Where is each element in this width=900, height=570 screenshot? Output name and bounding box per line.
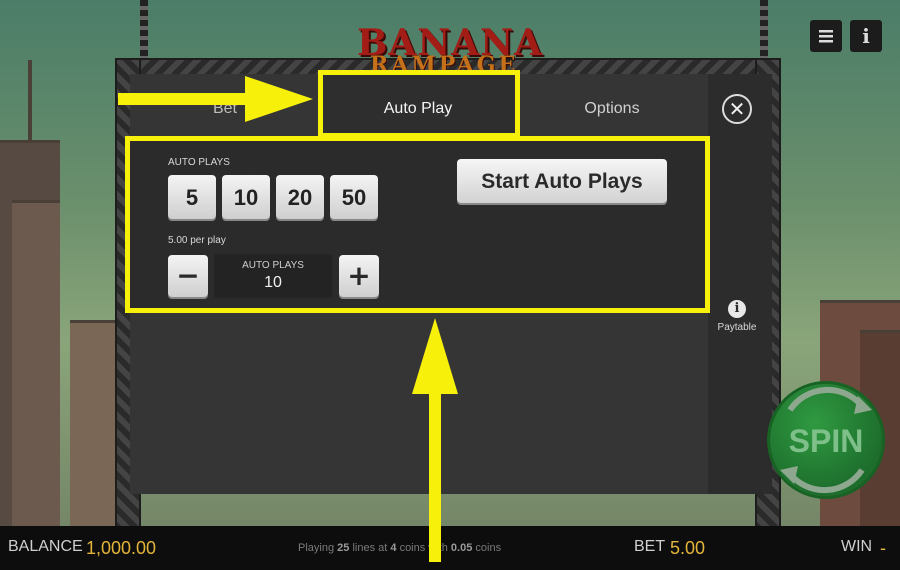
arrow-up-icon: [412, 318, 458, 394]
arrow-up-shaft: [429, 388, 441, 562]
balance-value: 1,000.00: [86, 538, 157, 558]
panel-side-column: [708, 74, 772, 494]
menu-button[interactable]: [810, 20, 842, 52]
info-icon: i: [862, 24, 870, 48]
coins-count: 4: [390, 542, 397, 554]
highlight-auto-play-options: [125, 136, 710, 313]
highlight-auto-play-tab: [318, 70, 520, 138]
background-building: [12, 200, 60, 533]
play-info-lines: lines at: [352, 542, 388, 554]
info-button[interactable]: i: [850, 20, 882, 52]
balance-label: BALANCE: [8, 538, 83, 555]
bet-label: BET: [634, 538, 666, 555]
spin-button[interactable]: SPIN: [770, 380, 882, 500]
background-spire: [28, 60, 32, 145]
tab-options[interactable]: Options: [516, 74, 708, 136]
close-icon: ✕: [728, 97, 746, 121]
spin-label: SPIN: [788, 423, 864, 459]
win-label: WIN: [841, 538, 873, 555]
win-value: -: [880, 538, 886, 558]
lines-count: 25: [337, 542, 350, 554]
arrow-right-shaft: [118, 93, 253, 105]
menu-icon: [819, 30, 833, 43]
bottom-status-bar: BALANCE 1,000.00 Playing 25 lines at 4 c…: [0, 526, 900, 570]
coin-value: 0.05: [450, 542, 473, 554]
paytable-info-icon: i: [728, 300, 746, 318]
play-info-prefix: Playing: [298, 542, 335, 554]
bet-value: 5.00: [670, 538, 706, 558]
arrow-right-icon: [245, 76, 313, 122]
chain: [140, 0, 148, 60]
paytable-button[interactable]: i Paytable: [713, 297, 761, 333]
close-button[interactable]: ✕: [722, 94, 752, 124]
paytable-label: Paytable: [717, 322, 757, 333]
play-info-text: Playing 25 lines at 4 coins with 0.05 co…: [298, 542, 501, 554]
play-info-suffix: coins: [475, 542, 502, 554]
game-logo: BANANA BASH RAMPAGE: [300, 22, 600, 106]
chain: [760, 0, 768, 60]
